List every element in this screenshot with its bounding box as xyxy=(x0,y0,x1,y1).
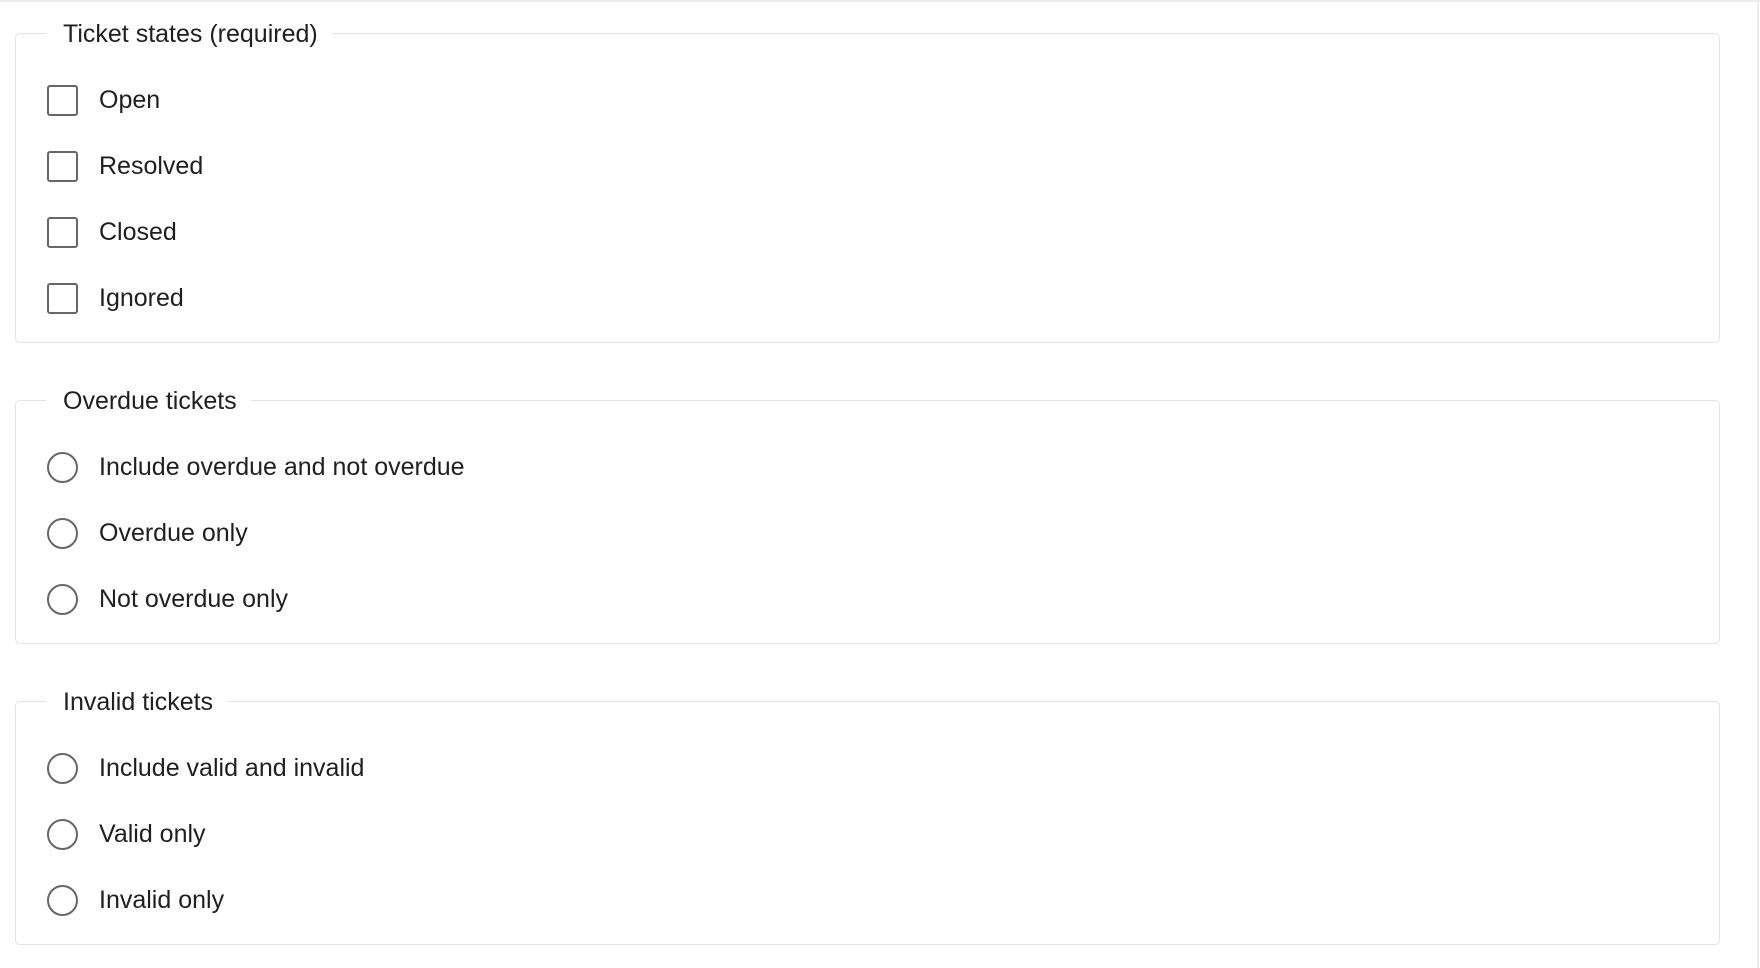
option-label: Resolved xyxy=(99,152,204,180)
checkbox-option-resolved[interactable]: Resolved xyxy=(47,149,203,183)
radio-option-include-overdue[interactable]: Include overdue and not overdue xyxy=(47,450,465,484)
radio-valid-only[interactable] xyxy=(47,818,78,850)
checkbox-option-open[interactable]: Open xyxy=(47,83,160,117)
checkbox-option-ignored[interactable]: Ignored xyxy=(47,281,184,315)
fieldset-ticket-states: Ticket states (required) Open Resolved C… xyxy=(15,17,1720,343)
radio-include-overdue[interactable] xyxy=(47,451,78,483)
checkbox-resolved[interactable] xyxy=(47,150,78,182)
radio-option-invalid-only[interactable]: Invalid only xyxy=(47,883,224,917)
option-label: Closed xyxy=(99,218,177,246)
legend-ticket-states: Ticket states (required) xyxy=(46,17,332,51)
option-label: Include overdue and not overdue xyxy=(99,453,465,481)
radio-overdue-only[interactable] xyxy=(47,517,78,549)
radio-include-valid-invalid[interactable] xyxy=(47,752,78,784)
radio-option-not-overdue-only[interactable]: Not overdue only xyxy=(47,582,288,616)
radio-option-overdue-only[interactable]: Overdue only xyxy=(47,516,248,550)
option-label: Not overdue only xyxy=(99,585,289,613)
radio-option-include-valid-invalid[interactable]: Include valid and invalid xyxy=(47,751,364,785)
radio-option-valid-only[interactable]: Valid only xyxy=(47,817,206,851)
option-label: Invalid only xyxy=(99,886,225,914)
checkbox-ignored[interactable] xyxy=(47,282,78,314)
option-label: Ignored xyxy=(99,284,184,312)
radio-not-overdue-only[interactable] xyxy=(47,583,78,615)
fieldset-invalid-tickets: Invalid tickets Include valid and invali… xyxy=(15,685,1720,945)
checkbox-closed[interactable] xyxy=(47,216,78,248)
option-label: Valid only xyxy=(99,820,206,848)
radio-invalid-only[interactable] xyxy=(47,884,78,916)
top-divider xyxy=(0,0,1760,2)
option-label: Overdue only xyxy=(99,519,248,547)
checkbox-open[interactable] xyxy=(47,84,78,116)
fieldset-overdue-tickets: Overdue tickets Include overdue and not … xyxy=(15,384,1720,644)
legend-invalid-tickets: Invalid tickets xyxy=(46,685,228,719)
checkbox-option-closed[interactable]: Closed xyxy=(47,215,177,249)
option-label: Open xyxy=(99,86,161,114)
legend-overdue-tickets: Overdue tickets xyxy=(46,384,251,418)
scrollbar-track xyxy=(1757,0,1759,968)
option-label: Include valid and invalid xyxy=(99,754,365,782)
